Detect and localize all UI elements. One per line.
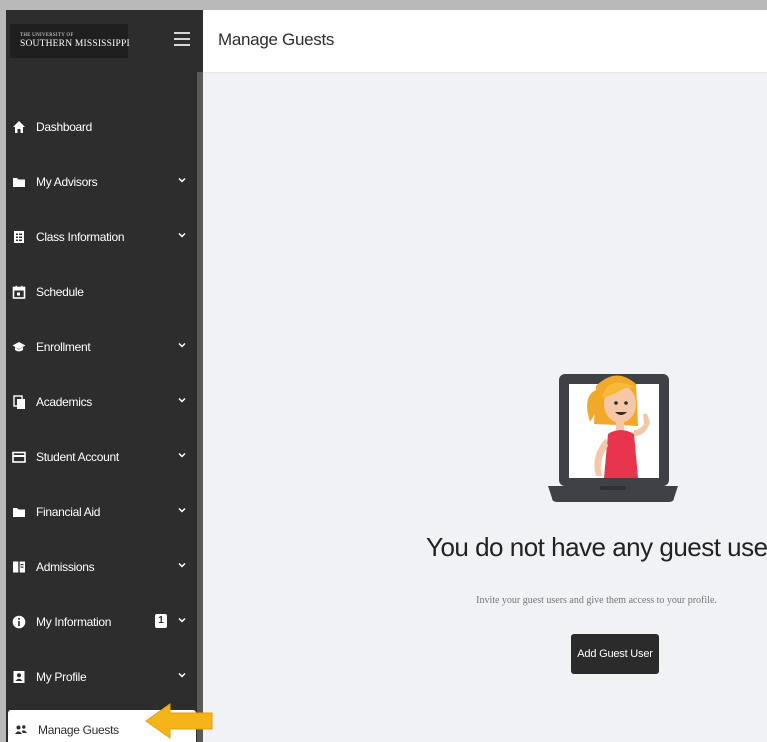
chevron-down-icon bbox=[178, 177, 186, 183]
sidebar-item-label: My Advisors bbox=[36, 175, 98, 189]
chevron-down-icon bbox=[178, 507, 186, 513]
sidebar-item-label: Class Information bbox=[36, 230, 125, 244]
logo-main-text: SOUTHERN MISSISSIPPI bbox=[20, 38, 130, 49]
sidebar-header: THE UNIVERSITY OF SOUTHERN MISSISSIPPI bbox=[6, 10, 203, 72]
guest-laptop-illustration bbox=[548, 374, 678, 502]
sidebar-item-class-information[interactable]: Class Information bbox=[6, 217, 197, 257]
sidebar-item-my-advisors[interactable]: My Advisors bbox=[6, 162, 197, 202]
sidebar-item-label: My Information bbox=[36, 615, 112, 629]
chevron-down-icon bbox=[178, 617, 186, 623]
university-logo[interactable]: THE UNIVERSITY OF SOUTHERN MISSISSIPPI bbox=[10, 24, 130, 58]
sidebar-item-label: Enrollment bbox=[36, 340, 91, 354]
sidebar-item-label: Admissions bbox=[36, 560, 95, 574]
folder-icon bbox=[12, 175, 26, 189]
page-header: Manage Guests bbox=[203, 10, 767, 73]
sidebar-item-schedule[interactable]: Schedule bbox=[6, 272, 197, 312]
info-icon bbox=[12, 615, 26, 629]
sidebar-scrollbar[interactable] bbox=[197, 72, 203, 742]
chevron-down-icon bbox=[178, 452, 186, 458]
chevron-down-icon bbox=[178, 342, 186, 348]
add-guest-user-button[interactable]: Add Guest User bbox=[571, 634, 659, 674]
page-title: Manage Guests bbox=[218, 30, 335, 49]
users-icon bbox=[14, 723, 28, 737]
notification-badge: 1 bbox=[155, 614, 167, 628]
sidebar-item-label: Manage Guests bbox=[38, 723, 119, 737]
folder-icon bbox=[12, 505, 26, 519]
sidebar-item-financial-aid[interactable]: Financial Aid bbox=[6, 492, 197, 532]
sidebar-item-label: Student Account bbox=[36, 450, 119, 464]
arrow-left-icon bbox=[145, 703, 213, 739]
credit-card-icon bbox=[12, 450, 26, 464]
logo-small-text: THE UNIVERSITY OF bbox=[20, 32, 74, 38]
chevron-down-icon bbox=[178, 562, 186, 568]
chevron-down-icon bbox=[178, 232, 186, 238]
copy-document-icon bbox=[12, 395, 26, 409]
calendar-icon bbox=[12, 285, 26, 299]
sidebar-item-my-profile[interactable]: My Profile bbox=[6, 657, 197, 697]
sidebar-item-label: Financial Aid bbox=[36, 505, 101, 519]
home-icon bbox=[12, 120, 26, 134]
chevron-down-icon bbox=[178, 672, 186, 678]
chevron-down-icon bbox=[178, 397, 186, 403]
sidebar-item-admissions[interactable]: Admissions bbox=[6, 547, 197, 587]
sidebar-item-label: Dashboard bbox=[36, 120, 93, 134]
graduation-cap-icon bbox=[12, 340, 26, 354]
sidebar-item-academics[interactable]: Academics bbox=[6, 382, 197, 422]
empty-state-title: You do not have any guest users bbox=[426, 532, 767, 562]
empty-state-description: Invite your guest users and give them ac… bbox=[476, 595, 717, 606]
sidebar-item-label: My Profile bbox=[36, 670, 87, 684]
sidebar-item-dashboard[interactable]: Dashboard bbox=[6, 107, 197, 147]
app-window: THE UNIVERSITY OF SOUTHERN MISSISSIPPI D… bbox=[6, 10, 767, 742]
sidebar-item-label: Schedule bbox=[36, 285, 84, 299]
sidebar: THE UNIVERSITY OF SOUTHERN MISSISSIPPI D… bbox=[6, 10, 203, 742]
sidebar-item-enrollment[interactable]: Enrollment bbox=[6, 327, 197, 367]
document-list-icon bbox=[12, 230, 26, 244]
sidebar-item-label: Academics bbox=[36, 395, 92, 409]
menu-toggle-icon[interactable] bbox=[174, 32, 190, 46]
sidebar-item-my-information[interactable]: My Information 1 bbox=[6, 602, 197, 642]
profile-card-icon bbox=[12, 670, 26, 684]
book-icon bbox=[12, 560, 26, 574]
sidebar-item-student-account[interactable]: Student Account bbox=[6, 437, 197, 477]
